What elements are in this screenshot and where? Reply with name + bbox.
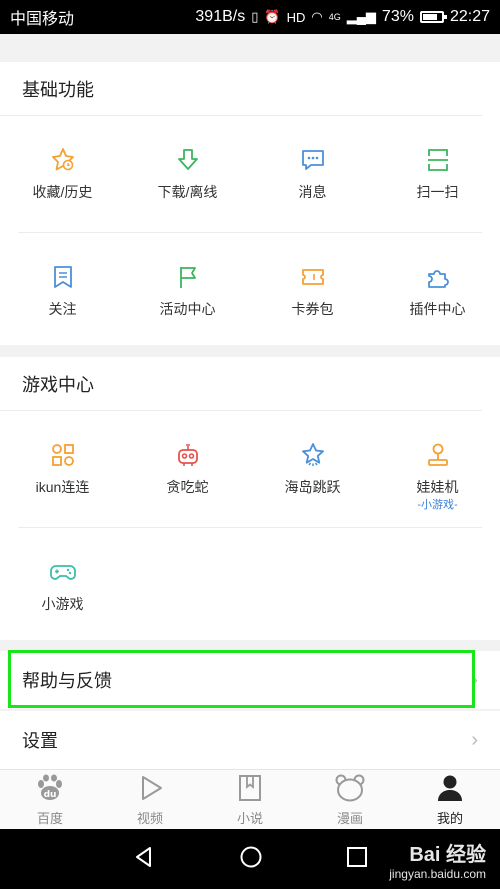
network-speed: 391B/s [195, 8, 246, 25]
bear-icon [334, 773, 366, 806]
games-grid-row2: 小游戏 [0, 528, 500, 644]
watermark-url: jingyan.baidu.com [389, 867, 486, 881]
ticket-icon [299, 263, 327, 291]
robot-icon [174, 441, 202, 469]
grid-item-label: 插件中心 [409, 301, 466, 317]
grid-item-download[interactable]: 下载/离线 [125, 116, 250, 232]
grid-item-label: 卡券包 [291, 301, 334, 317]
tab-novel[interactable]: 小说 [200, 770, 300, 829]
grid-item-label: 贪吃蛇 [166, 479, 209, 495]
carrier-name: 中国移动 [10, 11, 75, 28]
game-item-snake[interactable]: 贪吃蛇 [125, 411, 250, 527]
download-icon [174, 146, 202, 174]
tab-label: 我的 [436, 810, 463, 826]
signal-icon: ▂▄▆ [346, 9, 376, 24]
battery-percent: 73% [381, 8, 414, 25]
recents-icon[interactable] [346, 846, 368, 873]
grid-item-follow[interactable]: 关注 [0, 233, 125, 349]
tab-label: 小说 [236, 810, 263, 826]
grid-item-label: 扫一扫 [416, 184, 459, 200]
grid-item-label: 海岛跳跃 [284, 479, 341, 495]
baidu-paw-icon: du [34, 773, 66, 806]
svg-text:du: du [44, 790, 57, 800]
settings-label: 设置 [22, 731, 58, 751]
tab-label: 视频 [136, 810, 163, 826]
home-icon[interactable] [239, 845, 263, 874]
watermark: Bai 经验 jingyan.baidu.com [389, 838, 486, 881]
grid-item-label: 活动中心 [159, 301, 216, 317]
back-icon[interactable] [132, 845, 156, 874]
tab-video[interactable]: 视频 [100, 770, 200, 829]
grid-item-plugins[interactable]: 插件中心 [375, 233, 500, 349]
person-icon [435, 773, 465, 806]
grid-item-favorites[interactable]: 收藏/历史 [0, 116, 125, 232]
help-feedback-label: 帮助与反馈 [22, 671, 112, 691]
grid-item-label: 娃娃机 [416, 479, 459, 495]
watermark-brand: Bai 经验 [409, 844, 486, 866]
tab-label: 漫画 [336, 810, 363, 826]
hd-icon: HD [286, 9, 306, 25]
grid-item-scan[interactable]: 扫一扫 [375, 116, 500, 232]
play-icon [135, 773, 165, 806]
scan-icon [424, 146, 452, 174]
joystick-icon [424, 441, 452, 469]
gamepad-icon [49, 558, 77, 586]
help-feedback-row[interactable]: 帮助与反馈 › [0, 651, 500, 709]
grid-item-sublabel: -小游戏- [417, 499, 458, 511]
book-icon [235, 773, 265, 806]
alarm-icon: ⏰ [264, 9, 281, 24]
tab-comic[interactable]: 漫画 [300, 770, 400, 829]
basic-grid-row2: 关注 活动中心 卡券包 插件中心 [0, 233, 500, 349]
grid-item-label: 下载/离线 [157, 184, 218, 200]
grid-item-label: 小游戏 [41, 596, 84, 612]
message-icon [299, 146, 327, 174]
grid-item-label: ikun连连 [35, 479, 90, 495]
tab-baidu[interactable]: du 百度 [0, 770, 100, 829]
network-type: 4G [328, 12, 341, 22]
game-item-minigames[interactable]: 小游戏 [0, 528, 125, 644]
grid-item-label: 消息 [298, 184, 327, 200]
tab-label: 百度 [36, 810, 63, 826]
settings-row[interactable]: 设置 › [0, 711, 500, 769]
grid-item-activity[interactable]: 活动中心 [125, 233, 250, 349]
game-item-ikun[interactable]: ikun连连 [0, 411, 125, 527]
grid-item-label: 关注 [48, 301, 77, 317]
basic-functions-card: 基础功能 收藏/历史 下载/离线 消息 扫一扫 关注 活动中心 卡券包 插件中心 [0, 62, 500, 345]
grid-dots-icon [49, 441, 77, 469]
bookmark-icon [49, 263, 77, 291]
star-jump-icon [299, 441, 327, 469]
games-grid: ikun连连 贪吃蛇 海岛跳跃 娃娃机 -小游戏- [0, 411, 500, 527]
status-bar: 中国移动 391B/s ▯ ⏰ HD ◠ 4G ▂▄▆ 73% 22:27 [0, 0, 500, 34]
grid-item-coupons[interactable]: 卡券包 [250, 233, 375, 349]
bottom-tab-bar: du 百度 视频 小说 漫画 我的 [0, 769, 500, 829]
tab-mine[interactable]: 我的 [400, 770, 500, 829]
clock: 22:27 [449, 8, 490, 25]
chevron-right-icon: › [471, 668, 478, 691]
vibrate-icon: ▯ [251, 9, 259, 24]
section-title-basic: 基础功能 [0, 62, 482, 116]
section-title-games: 游戏中心 [0, 357, 482, 411]
star-clock-icon [49, 146, 77, 174]
grid-item-label: 收藏/历史 [32, 184, 93, 200]
puzzle-icon [424, 263, 452, 291]
basic-grid: 收藏/历史 下载/离线 消息 扫一扫 [0, 116, 500, 232]
battery-icon [419, 11, 447, 23]
game-item-island[interactable]: 海岛跳跃 [250, 411, 375, 527]
game-center-card: 游戏中心 ikun连连 贪吃蛇 海岛跳跃 娃娃机 -小游戏- 小游戏 [0, 357, 500, 640]
game-item-claw[interactable]: 娃娃机 -小游戏- [375, 411, 500, 527]
chevron-right-icon: › [471, 728, 478, 751]
flag-icon [174, 263, 202, 291]
wifi-icon: ◠ [311, 9, 323, 24]
grid-item-messages[interactable]: 消息 [250, 116, 375, 232]
